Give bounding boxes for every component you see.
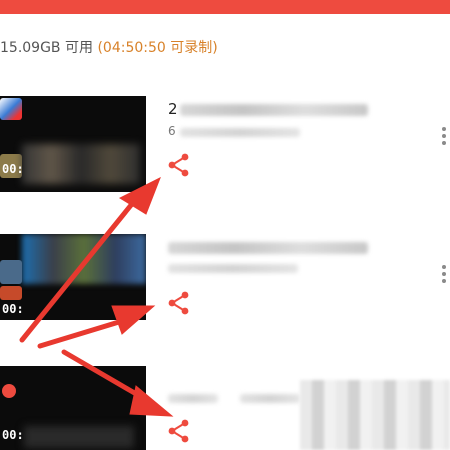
record-dot-icon <box>2 384 16 398</box>
app-icon <box>0 98 22 120</box>
recording-meta-blurred <box>180 128 300 137</box>
recording-title: 2 <box>168 100 178 118</box>
recording-title-blurred <box>180 104 368 116</box>
recordable-duration-text: 04:50:50 可录制 <box>102 40 213 56</box>
recording-meta-blurred <box>240 394 300 403</box>
recording-title-blurred <box>168 394 218 403</box>
share-icon[interactable] <box>166 290 192 316</box>
recording-thumbnail-2[interactable]: 00: <box>0 234 146 320</box>
more-vertical-icon[interactable] <box>440 265 448 289</box>
top-app-bar <box>0 0 450 14</box>
recording-thumbnail-3[interactable]: 00: <box>0 366 146 450</box>
pixelated-region <box>300 380 450 450</box>
share-icon[interactable] <box>166 418 192 444</box>
storage-info: 15.09GB 可用 (04:50:50 可录制) <box>0 40 218 56</box>
share-icon[interactable] <box>166 152 192 178</box>
recording-size: 6 <box>168 124 176 138</box>
recording-meta-blurred <box>168 264 298 273</box>
app-icon <box>0 260 22 284</box>
thumbnail-timestamp: 00: <box>2 428 24 442</box>
more-vertical-icon[interactable] <box>440 127 448 151</box>
recording-title-blurred <box>168 242 368 254</box>
thumbnail-timestamp: 00: <box>2 162 24 176</box>
storage-free-text: 15.09GB 可用 <box>0 40 93 56</box>
app-icon <box>0 286 22 300</box>
annotation-arrow <box>37 315 135 349</box>
recording-thumbnail-1[interactable]: 00: <box>0 96 146 192</box>
thumbnail-timestamp: 00: <box>2 302 24 316</box>
